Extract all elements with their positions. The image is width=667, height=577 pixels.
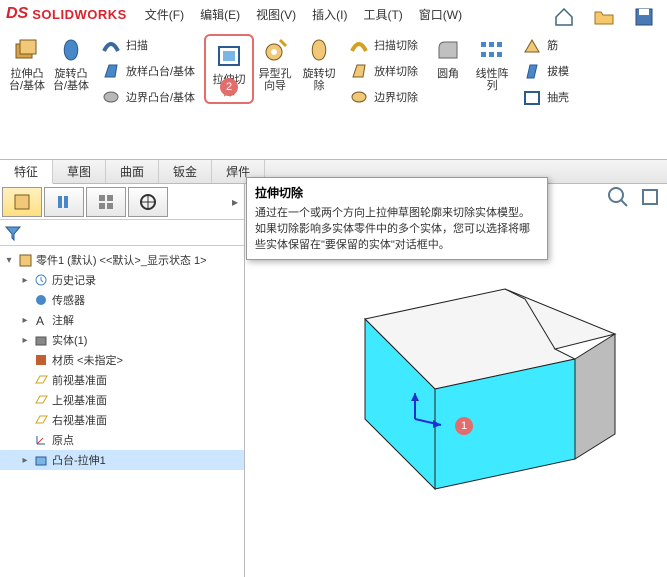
boundary-cut-button[interactable]: 边界切除 bbox=[344, 84, 422, 110]
extrude-boss-icon bbox=[9, 34, 45, 66]
menu-edit[interactable]: 编辑(E) bbox=[194, 3, 246, 26]
extrude-cut-icon bbox=[211, 40, 247, 72]
logo-mark: DS bbox=[6, 5, 28, 23]
boundary-boss-icon bbox=[100, 86, 122, 108]
linear-pattern-icon bbox=[474, 34, 510, 66]
part-icon bbox=[17, 252, 33, 268]
draft-icon bbox=[521, 60, 543, 82]
menu-insert[interactable]: 插入(I) bbox=[306, 3, 353, 26]
history-icon bbox=[33, 272, 49, 288]
tree-right-plane[interactable]: 右视基准面 bbox=[0, 410, 244, 430]
boundary-boss-button[interactable]: 边界凸台/基体 bbox=[96, 84, 199, 110]
svg-text:A: A bbox=[36, 314, 44, 328]
ribbon: 拉伸凸 台/基体 旋转凸 台/基体 扫描 放样凸台/基体 边界凸台/基体 拉伸切… bbox=[0, 28, 667, 160]
shell-button[interactable]: 抽壳 bbox=[517, 84, 573, 110]
sweep-button[interactable]: 扫描 bbox=[96, 32, 152, 58]
tree-feature-extrude1[interactable]: ▸凸台-拉伸1 bbox=[0, 450, 244, 470]
feature-tree: ▾零件1 (默认) <<默认>_显示状态 1> ▸历史记录 传感器 ▸A注解 ▸… bbox=[0, 246, 244, 577]
sweep-icon bbox=[100, 34, 122, 56]
sweep-cut-button[interactable]: 扫描切除 bbox=[344, 32, 422, 58]
revolve-boss-icon bbox=[53, 34, 89, 66]
plane-icon bbox=[33, 372, 49, 388]
extrude-cut-highlight: 拉伸切 除 2 bbox=[204, 34, 254, 104]
tree-top-plane[interactable]: 上视基准面 bbox=[0, 390, 244, 410]
panel-tab-feature-tree[interactable] bbox=[2, 187, 42, 217]
feature-manager-panel: ▸ ▾零件1 (默认) <<默认>_显示状态 1> ▸历史记录 传感器 ▸A注解… bbox=[0, 184, 245, 577]
boundary-cut-icon bbox=[348, 86, 370, 108]
panel-tabs: ▸ bbox=[0, 184, 244, 220]
menu-file[interactable]: 文件(F) bbox=[139, 3, 190, 26]
fillet-icon bbox=[430, 34, 466, 66]
step-badge-2: 2 bbox=[220, 78, 238, 96]
tooltip-extrude-cut: 拉伸切除 通过在一个或两个方向上拉伸草图轮廓来切除实体模型。 如果切除影响多实体… bbox=[246, 177, 548, 260]
panel-tab-property[interactable] bbox=[44, 187, 84, 217]
logo-text: SOLIDWORKS bbox=[32, 7, 127, 22]
origin-icon bbox=[33, 432, 49, 448]
loft-cut-icon bbox=[348, 60, 370, 82]
loft-boss-icon bbox=[100, 60, 122, 82]
tab-sheetmetal[interactable]: 钣金 bbox=[159, 160, 212, 183]
tree-front-plane[interactable]: 前视基准面 bbox=[0, 370, 244, 390]
extrude-feature-icon bbox=[33, 452, 49, 468]
tooltip-title: 拉伸切除 bbox=[255, 184, 539, 201]
shell-icon bbox=[521, 86, 543, 108]
tab-surface[interactable]: 曲面 bbox=[106, 160, 159, 183]
zoom-icon[interactable] bbox=[605, 184, 633, 210]
material-icon bbox=[33, 352, 49, 368]
tree-solid-bodies[interactable]: ▸实体(1) bbox=[0, 330, 244, 350]
hole-wizard-button[interactable]: 异型孔 向导 bbox=[254, 32, 296, 94]
menu-view[interactable]: 视图(V) bbox=[250, 3, 302, 26]
menu-window[interactable]: 窗口(W) bbox=[413, 3, 468, 26]
panel-tab-dim[interactable] bbox=[128, 187, 168, 217]
draft-button[interactable]: 拔模 bbox=[517, 58, 573, 84]
tooltip-body: 通过在一个或两个方向上拉伸草图轮廓来切除实体模型。 如果切除影响多实体零件中的多… bbox=[255, 205, 539, 253]
solid-bodies-icon bbox=[33, 332, 49, 348]
tab-feature[interactable]: 特征 bbox=[0, 160, 53, 184]
tree-origin[interactable]: 原点 bbox=[0, 430, 244, 450]
revolve-boss-button[interactable]: 旋转凸 台/基体 bbox=[50, 32, 92, 94]
sensors-icon bbox=[33, 292, 49, 308]
sweep-cut-icon bbox=[348, 34, 370, 56]
linear-pattern-button[interactable]: 线性阵 列 bbox=[471, 32, 513, 94]
tree-annotations[interactable]: ▸A注解 bbox=[0, 310, 244, 330]
loft-cut-button[interactable]: 放样切除 bbox=[344, 58, 422, 84]
hole-wizard-icon bbox=[257, 34, 293, 66]
plane-icon bbox=[33, 392, 49, 408]
filter-icon[interactable] bbox=[4, 224, 22, 242]
tree-root[interactable]: ▾零件1 (默认) <<默认>_显示状态 1> bbox=[0, 250, 244, 270]
menu-tools[interactable]: 工具(T) bbox=[357, 3, 408, 26]
tree-material[interactable]: 材质 <未指定> bbox=[0, 350, 244, 370]
panel-tab-config[interactable] bbox=[86, 187, 126, 217]
app-logo: DS SOLIDWORKS bbox=[6, 5, 127, 23]
view-toolbar bbox=[605, 184, 665, 210]
rib-button[interactable]: 筋 bbox=[517, 32, 562, 58]
annotations-icon: A bbox=[33, 312, 49, 328]
revolve-cut-button[interactable]: 旋转切 除 bbox=[298, 32, 340, 94]
part-3d-model[interactable]: 1 bbox=[305, 279, 645, 509]
tree-history[interactable]: ▸历史记录 bbox=[0, 270, 244, 290]
tree-sensors[interactable]: 传感器 bbox=[0, 290, 244, 310]
revolve-cut-icon bbox=[301, 34, 337, 66]
filter-bar bbox=[0, 220, 244, 246]
fillet-button[interactable]: 圆角 bbox=[427, 32, 469, 94]
rib-icon bbox=[521, 34, 543, 56]
panel-dropdown[interactable]: ▸ bbox=[228, 195, 242, 209]
view-cube-icon[interactable] bbox=[637, 184, 665, 210]
tab-sketch[interactable]: 草图 bbox=[53, 160, 106, 183]
main-menu: 文件(F) 编辑(E) 视图(V) 插入(I) 工具(T) 窗口(W) bbox=[139, 3, 468, 26]
loft-boss-button[interactable]: 放样凸台/基体 bbox=[96, 58, 199, 84]
plane-icon bbox=[33, 412, 49, 428]
extrude-boss-button[interactable]: 拉伸凸 台/基体 bbox=[6, 32, 48, 94]
step-badge-1: 1 bbox=[455, 417, 473, 435]
